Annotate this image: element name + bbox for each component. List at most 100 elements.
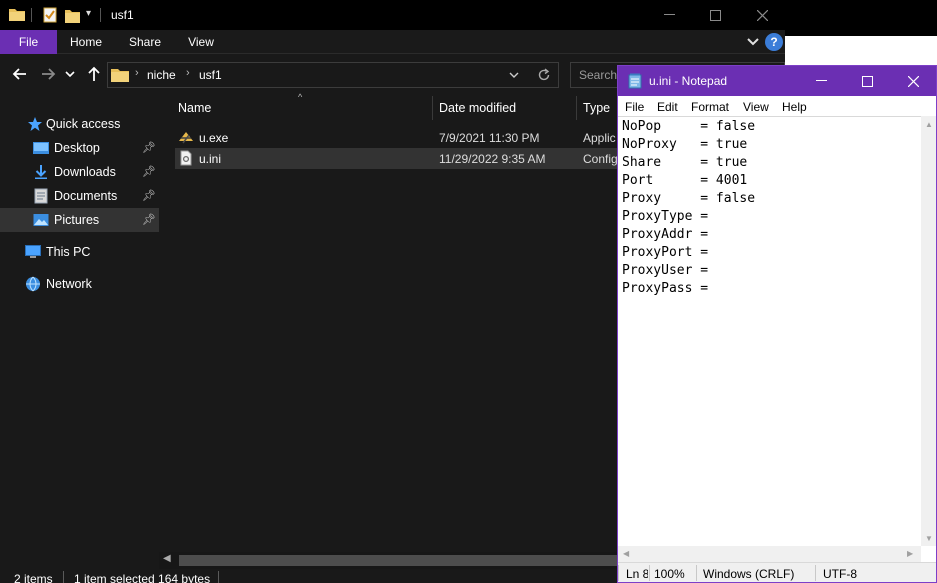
column-divider[interactable] <box>432 96 433 120</box>
file-type: Config <box>583 152 618 166</box>
breadcrumb-separator-icon[interactable]: › <box>135 67 139 79</box>
sidebar-item-quick-access[interactable]: Quick access <box>0 112 159 136</box>
file-name: u.exe <box>199 131 229 145</box>
customize-qat-dropdown-icon[interactable]: ▾ <box>86 8 91 19</box>
text-line: ProxyPort = <box>622 245 709 260</box>
text-line: NoPop = false <box>622 119 756 134</box>
notepad-titlebar[interactable]: u.ini - Notepad <box>618 66 936 96</box>
back-arrow-icon[interactable] <box>10 64 30 84</box>
notepad-close-button[interactable] <box>890 66 936 96</box>
sidebar-item-pictures[interactable]: Pictures 📌︎ <box>0 208 159 232</box>
status-line-position: Ln 8 <box>626 567 648 581</box>
column-header-date-modified[interactable]: Date modified <box>439 101 516 115</box>
sidebar-item-desktop[interactable]: Desktop 📌︎ <box>0 136 159 160</box>
explorer-titlebar[interactable]: ▾ usf1 <box>0 0 785 30</box>
sidebar-item-label: Desktop <box>54 141 100 155</box>
sidebar-item-label: Pictures <box>54 213 100 227</box>
status-divider <box>218 571 219 583</box>
sidebar-item-label: Documents <box>54 189 118 203</box>
tab-view[interactable]: View <box>180 30 222 54</box>
status-divider <box>815 565 816 581</box>
tab-home[interactable]: Home <box>62 30 110 54</box>
sidebar-item-documents[interactable]: Documents 📌︎ <box>0 184 159 208</box>
notepad-status-bar: Ln 8 100% Windows (CRLF) UTF-8 <box>618 562 936 582</box>
close-icon <box>756 9 768 21</box>
recent-locations-chevron-icon[interactable] <box>64 64 76 84</box>
pin-icon: 📌︎ <box>142 142 156 154</box>
menu-edit[interactable]: Edit <box>657 100 678 114</box>
notepad-window-title: u.ini - Notepad <box>649 74 728 88</box>
breadcrumb-usf1[interactable]: usf1 <box>199 68 222 82</box>
column-header-name[interactable]: Name <box>178 101 211 115</box>
minimize-button[interactable] <box>646 0 692 30</box>
scroll-right-arrow-icon[interactable]: ▶ <box>907 549 913 558</box>
ribbon-tabs: File Home Share View ? <box>0 30 785 54</box>
tab-file[interactable]: File <box>0 30 57 54</box>
text-line: ProxyType = <box>622 209 709 224</box>
exe-file-icon <box>179 132 193 144</box>
pin-icon: 📌︎ <box>142 190 156 202</box>
close-button[interactable] <box>739 0 785 30</box>
sort-ascending-icon: ^ <box>298 92 303 102</box>
text-line: Port = 4001 <box>622 173 748 188</box>
scroll-left-arrow-icon[interactable]: ◀ <box>623 549 629 558</box>
new-folder-icon[interactable] <box>65 7 80 23</box>
notepad-horizontal-scrollbar[interactable]: ◀ ▶ <box>618 546 921 562</box>
help-icon[interactable]: ? <box>765 33 783 51</box>
monitor-icon <box>25 245 41 258</box>
status-selection: 1 item selected 164 bytes <box>74 572 211 583</box>
text-line: ProxyPass = <box>622 281 709 296</box>
status-divider <box>618 565 619 581</box>
tab-share[interactable]: Share <box>122 30 168 54</box>
navigation-pane: Quick access Desktop 📌︎ Downloads 📌︎ Doc… <box>0 94 159 569</box>
minimize-icon <box>815 80 827 81</box>
text-line: ProxyAddr = <box>622 227 709 242</box>
text-line: Share = true <box>622 155 748 170</box>
sidebar-item-downloads[interactable]: Downloads 📌︎ <box>0 160 159 184</box>
expand-ribbon-chevron-icon[interactable] <box>744 33 762 51</box>
notepad-text-area[interactable]: NoPop = false NoProxy = true Share = tru… <box>618 116 921 562</box>
forward-arrow-icon[interactable] <box>38 64 58 84</box>
sidebar-item-label: Network <box>46 277 92 291</box>
sidebar-item-network[interactable]: Network <box>0 272 159 296</box>
menu-view[interactable]: View <box>743 100 769 114</box>
pin-icon: 📌︎ <box>142 166 156 178</box>
menu-help[interactable]: Help <box>782 100 807 114</box>
status-divider <box>696 565 697 581</box>
star-icon <box>28 117 42 131</box>
address-bar[interactable]: › niche › usf1 <box>107 62 559 88</box>
scroll-up-arrow-icon[interactable]: ▲ <box>925 120 933 129</box>
file-type: Applic <box>583 131 616 145</box>
maximize-button[interactable] <box>692 0 738 30</box>
maximize-icon <box>709 9 721 21</box>
notepad-vertical-scrollbar[interactable]: ▲ ▼ <box>921 116 936 546</box>
close-icon <box>907 75 919 87</box>
menu-file[interactable]: File <box>625 100 644 114</box>
text-line: ProxyUser = <box>622 263 709 278</box>
pin-icon: 📌︎ <box>142 214 156 226</box>
address-history-chevron-icon[interactable] <box>509 71 519 79</box>
sidebar-item-label: Downloads <box>54 165 116 179</box>
status-item-count: 2 items <box>14 572 53 583</box>
status-zoom: 100% <box>654 567 685 581</box>
up-arrow-icon[interactable] <box>84 64 104 84</box>
documents-icon <box>34 188 48 204</box>
file-date-modified: 7/9/2021 11:30 PM <box>439 131 540 145</box>
sidebar-item-this-pc[interactable]: This PC <box>0 240 159 264</box>
column-divider[interactable] <box>576 96 577 120</box>
scroll-down-arrow-icon[interactable]: ▼ <box>925 534 933 543</box>
notepad-maximize-button[interactable] <box>844 66 890 96</box>
background-strip <box>785 0 937 36</box>
notepad-icon <box>628 73 642 89</box>
breadcrumb-separator-icon[interactable]: › <box>186 67 190 79</box>
scroll-left-arrow-icon[interactable]: ◀ <box>163 553 171 564</box>
menu-format[interactable]: Format <box>691 100 729 114</box>
refresh-icon[interactable] <box>537 68 551 82</box>
breadcrumb-niche[interactable]: niche <box>147 68 176 82</box>
folder-icon <box>9 9 25 21</box>
notepad-minimize-button[interactable] <box>798 66 844 96</box>
properties-icon[interactable] <box>43 7 57 23</box>
notepad-menu-bar: File Edit Format View Help <box>618 96 936 116</box>
column-header-type[interactable]: Type <box>583 101 610 115</box>
status-divider <box>649 565 650 581</box>
